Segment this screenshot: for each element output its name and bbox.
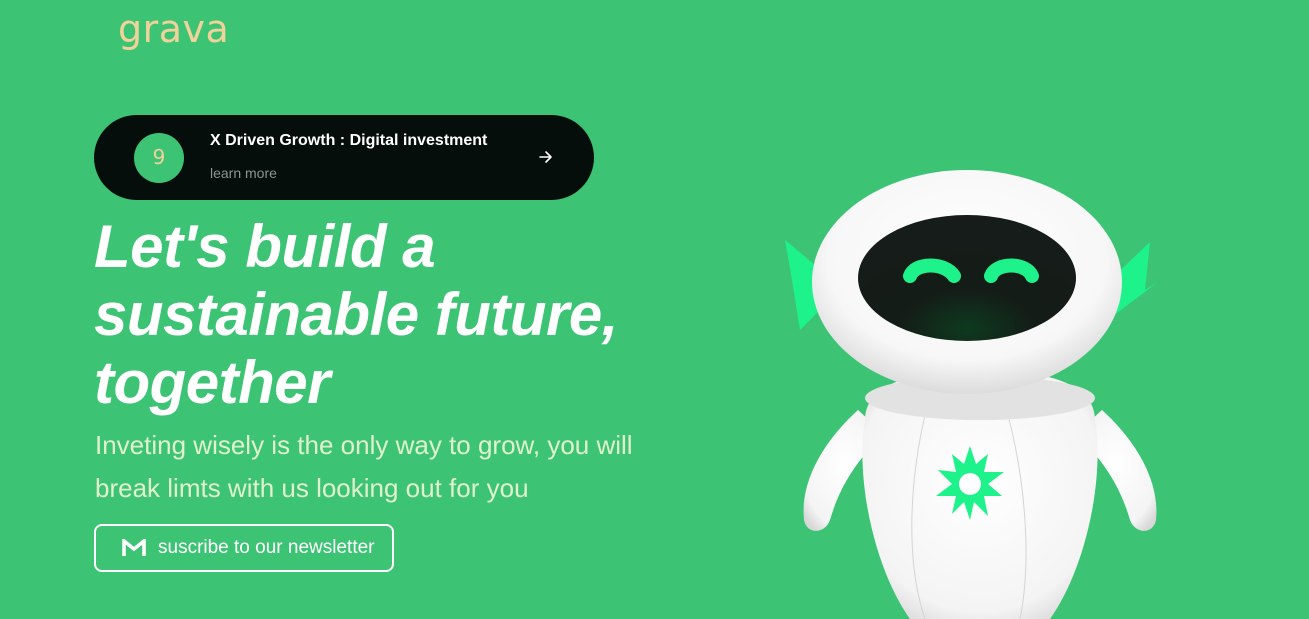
robot-mascot-illustration bbox=[785, 170, 1158, 619]
gmail-icon bbox=[122, 539, 146, 556]
promo-title: X Driven Growth : Digital investment bbox=[210, 132, 488, 149]
arrow-right-icon[interactable] bbox=[537, 148, 555, 166]
promo-badge: 9 bbox=[134, 133, 184, 183]
hero-headline: Let's build a sustainable future, togeth… bbox=[94, 213, 618, 417]
headline-line: together bbox=[94, 349, 330, 416]
headline-line: sustainable future, bbox=[94, 281, 618, 348]
newsletter-subscribe-button[interactable]: suscribe to our newsletter bbox=[94, 524, 394, 572]
brand-logo[interactable]: grava bbox=[118, 10, 229, 48]
newsletter-label: suscribe to our newsletter bbox=[158, 537, 375, 558]
promo-banner[interactable]: 9 X Driven Growth : Digital investment l… bbox=[94, 115, 594, 200]
promo-learn-more[interactable]: learn more bbox=[210, 165, 277, 181]
headline-line: Let's build a bbox=[94, 213, 436, 280]
robot-visor bbox=[858, 215, 1076, 341]
hero-subtext: Inveting wisely is the only way to grow,… bbox=[95, 430, 633, 503]
